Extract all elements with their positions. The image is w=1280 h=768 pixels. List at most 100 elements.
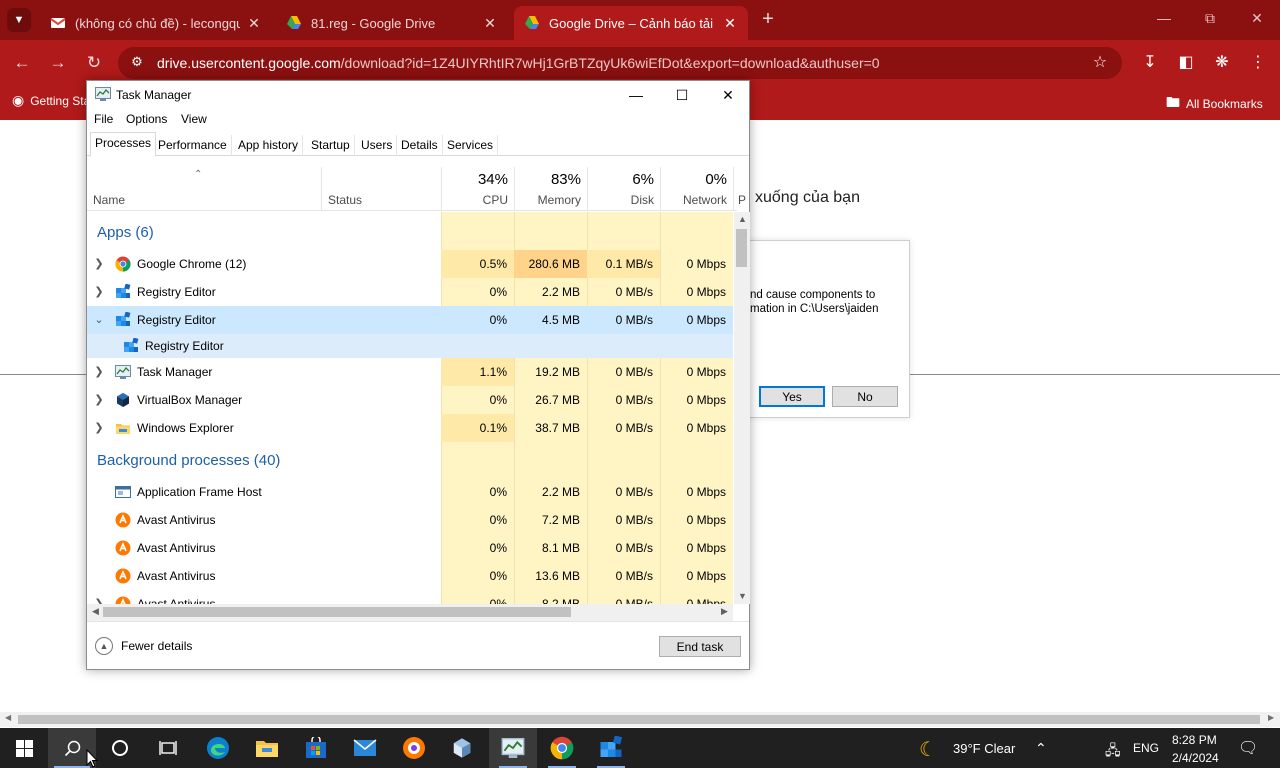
close-icon[interactable]: ✕ <box>482 15 498 32</box>
expand-chevron-icon[interactable]: ❯ <box>93 278 105 306</box>
group-header-background[interactable]: Background processes (40) <box>97 452 280 469</box>
expand-chevron-icon[interactable]: ❯ <box>93 386 105 414</box>
expand-chevron-icon[interactable]: ❯ <box>93 590 105 604</box>
table-row[interactable]: ❯ Task Manager 1.1% 19.2 MB 0 MB/s 0 Mbp… <box>87 358 733 386</box>
tab-app-history[interactable]: App history <box>234 135 304 156</box>
browser-tab-gmail[interactable]: (không có chủ đề) - lecongquyền ✕ <box>40 6 272 40</box>
expand-chevron-icon[interactable]: ❯ <box>93 358 105 386</box>
expand-chevron-icon[interactable]: ❯ <box>93 250 105 278</box>
table-row[interactable]: ❯ Google Chrome (12) 0.5% 280.6 MB 0.1 M… <box>87 250 733 278</box>
back-icon[interactable]: ← <box>11 52 33 74</box>
taskbar-chrome[interactable] <box>538 728 586 768</box>
column-status[interactable]: Status <box>321 167 441 211</box>
new-tab-button[interactable]: + <box>758 9 778 29</box>
browser-tab-drive-file[interactable]: 81.reg - Google Drive ✕ <box>276 6 508 40</box>
taskbar-task-manager[interactable] <box>489 728 537 768</box>
clock-time[interactable]: 8:28 PM <box>1172 733 1217 747</box>
scroll-left-icon[interactable]: ◀ <box>5 713 11 722</box>
scrollbar-thumb[interactable] <box>736 229 747 267</box>
group-header-apps[interactable]: Apps (6) <box>97 224 154 241</box>
expand-chevron-icon[interactable]: ❯ <box>93 414 105 442</box>
tab-users[interactable]: Users <box>357 135 398 156</box>
tab-details[interactable]: Details <box>397 135 443 156</box>
site-info-icon[interactable]: ⚙ <box>128 54 146 72</box>
all-bookmarks-button[interactable]: 🖿 All Bookmarks <box>1166 92 1263 116</box>
table-row[interactable]: Avast Antivirus 0% 13.6 MB 0 MB/s 0 Mbps <box>87 562 733 590</box>
process-list-vertical-scrollbar[interactable] <box>734 212 750 604</box>
column-cpu[interactable]: 34% CPU <box>441 167 514 211</box>
dialog-no-button[interactable]: No <box>832 386 898 407</box>
table-row[interactable]: Application Frame Host 0% 2.2 MB 0 MB/s … <box>87 478 733 506</box>
tab-processes[interactable]: Processes <box>90 132 157 157</box>
scroll-down-icon[interactable]: ▼ <box>738 591 747 601</box>
bookmark-star-icon[interactable]: ☆ <box>1089 52 1111 74</box>
column-network[interactable]: 0% Network <box>660 167 733 211</box>
weather-text[interactable]: 39°F Clear <box>953 741 1015 756</box>
fewer-details-toggle[interactable]: ▲ Fewer details <box>95 637 192 655</box>
tab-performance[interactable]: Performance <box>154 135 232 156</box>
weather-moon-icon[interactable]: ☾ <box>919 737 937 762</box>
close-icon[interactable]: ✕ <box>713 85 743 105</box>
taskbar-microsoft-store[interactable] <box>292 728 340 768</box>
collapse-chevron-icon[interactable]: ⌄ <box>93 306 105 334</box>
show-hidden-icons-chevron-icon[interactable]: ⌃ <box>1035 740 1047 757</box>
table-row[interactable]: ❯ VirtualBox Manager 0% 26.7 MB 0 MB/s 0… <box>87 386 733 414</box>
chrome-logo-icon: ◉ <box>12 92 25 108</box>
minimize-icon[interactable]: — <box>1154 10 1174 26</box>
scroll-right-icon[interactable]: ▶ <box>1268 713 1274 722</box>
taskbar-mail[interactable] <box>341 728 389 768</box>
end-task-button[interactable]: End task <box>659 636 741 657</box>
table-row[interactable]: Avast Antivirus 0% 8.1 MB 0 MB/s 0 Mbps <box>87 534 733 562</box>
scroll-up-icon[interactable]: ▲ <box>738 214 747 224</box>
tab-search-button[interactable]: ▼ <box>7 8 31 32</box>
browser-tab-drive-warning[interactable]: Google Drive – Cảnh báo tải xuống ✕ <box>514 6 748 40</box>
table-row[interactable]: ❯ Registry Editor 0% 2.2 MB 0 MB/s 0 Mbp… <box>87 278 733 306</box>
restore-icon[interactable]: ⧉ <box>1200 10 1220 27</box>
taskbar-file-explorer[interactable] <box>243 728 291 768</box>
taskbar-registry-editor[interactable] <box>587 728 635 768</box>
taskbar-avast[interactable] <box>390 728 438 768</box>
table-row[interactable]: ❯ Windows Explorer 0.1% 38.7 MB 0 MB/s 0… <box>87 414 733 442</box>
menu-options[interactable]: Options <box>126 112 167 126</box>
url-text[interactable]: drive.usercontent.google.com/download?id… <box>157 55 880 71</box>
profile-avatar-icon[interactable]: ❋ <box>1211 52 1233 74</box>
table-row[interactable]: ❯ Avast Antivirus 0% 8.2 MB 0 MB/s 0 Mbp… <box>87 590 733 604</box>
task-manager-titlebar[interactable]: Task Manager — ☐ ✕ <box>87 81 749 108</box>
menu-kebab-icon[interactable]: ⋮ <box>1247 52 1269 74</box>
column-disk[interactable]: 6% Disk <box>587 167 660 211</box>
table-row-child[interactable]: Registry Editor <box>87 334 733 358</box>
forward-icon[interactable]: → <box>47 52 69 74</box>
column-label: P <box>738 193 747 207</box>
notifications-icon[interactable]: 🗨 <box>1238 738 1258 758</box>
cortana-button[interactable] <box>96 728 144 768</box>
column-memory[interactable]: 83% Memory <box>514 167 587 211</box>
scrollbar-thumb[interactable] <box>103 607 571 617</box>
scrollbar-thumb[interactable] <box>18 715 1260 724</box>
close-icon[interactable]: ✕ <box>722 15 738 32</box>
close-icon[interactable]: ✕ <box>246 15 262 32</box>
tab-startup[interactable]: Startup <box>307 135 355 156</box>
taskbar-virtualbox[interactable] <box>438 728 486 768</box>
scroll-left-icon[interactable]: ◀ <box>92 606 99 617</box>
input-language[interactable]: ENG <box>1133 741 1159 755</box>
dialog-yes-button[interactable]: Yes <box>759 386 825 407</box>
side-panel-icon[interactable]: ◧ <box>1175 52 1197 74</box>
column-name[interactable]: Name <box>87 167 321 211</box>
close-window-icon[interactable]: ✕ <box>1247 10 1267 27</box>
scroll-right-icon[interactable]: ▶ <box>721 606 728 617</box>
clock-date[interactable]: 2/4/2024 <box>1172 751 1219 765</box>
reload-icon[interactable]: ↻ <box>83 52 105 74</box>
minimize-icon[interactable]: — <box>621 85 651 105</box>
menu-file[interactable]: File <box>94 112 113 126</box>
table-row-selected[interactable]: ⌄ Registry Editor 0% 4.5 MB 0 MB/s 0 Mbp… <box>87 306 733 334</box>
start-button[interactable] <box>0 728 48 768</box>
download-icon[interactable]: ↧ <box>1139 52 1161 74</box>
maximize-icon[interactable]: ☐ <box>667 85 697 105</box>
task-view-button[interactable] <box>144 728 192 768</box>
column-power[interactable]: P <box>733 167 747 211</box>
network-icon[interactable]: 🖧 <box>1105 740 1121 764</box>
tab-services[interactable]: Services <box>443 135 499 156</box>
menu-view[interactable]: View <box>181 112 207 126</box>
taskbar-edge[interactable] <box>194 728 242 768</box>
table-row[interactable]: Avast Antivirus 0% 7.2 MB 0 MB/s 0 Mbps <box>87 506 733 534</box>
